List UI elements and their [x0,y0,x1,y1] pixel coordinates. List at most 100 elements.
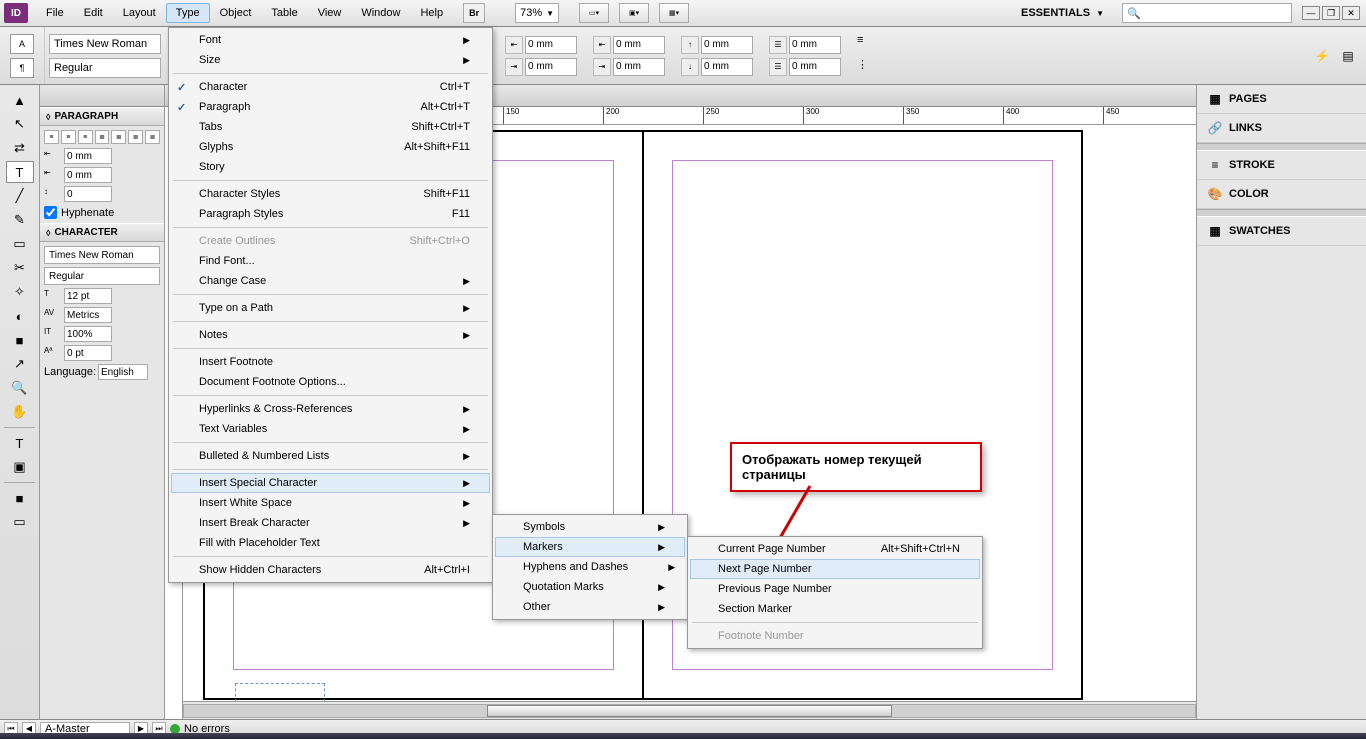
paragraph-panel-header[interactable]: PARAGRAPH [40,107,164,126]
character-mode-icon[interactable]: A [10,34,34,54]
font-size-field[interactable] [64,288,112,304]
menu-type[interactable]: Type [166,3,210,23]
hyphenate-checkbox[interactable] [44,206,57,219]
baseline-field[interactable] [64,345,112,361]
menuitem-notes[interactable]: Notes▶ [171,325,490,345]
list-icon[interactable]: ⋮ [857,58,877,78]
align-left-icon[interactable]: ≡ [44,130,59,144]
menu-table[interactable]: Table [261,3,307,23]
tool-3[interactable]: T [6,161,34,183]
zoom-combo[interactable]: 73%▼ [515,3,559,23]
menuitem-insert-special-character[interactable]: Insert Special Character▶ [171,473,490,493]
char-style-combo[interactable]: Regular [44,267,160,285]
menuitem-paragraph-styles[interactable]: Paragraph StylesF11 [171,204,490,224]
menu-layout[interactable]: Layout [113,3,166,23]
space-field[interactable] [701,58,753,76]
bridge-button[interactable]: Br [463,3,485,23]
tool-12[interactable]: 🔍 [6,377,34,399]
tool-2[interactable]: ⇄ [6,137,34,159]
quick-apply-icon[interactable]: ⚡ [1312,46,1332,66]
menu-object[interactable]: Object [210,3,262,23]
indent-field[interactable] [525,58,577,76]
menuitem-bulleted-numbered-lists[interactable]: Bulleted & Numbered Lists▶ [171,446,490,466]
tool-0[interactable]: ▲ [6,89,34,111]
tool-18[interactable]: ■ [6,487,34,509]
menuitem-find-font-[interactable]: Find Font... [171,251,490,271]
menuitem-current-page-number[interactable]: Current Page NumberAlt+Shift+Ctrl+N [690,539,980,559]
font-family-combo[interactable]: Times New Roman [49,34,161,54]
character-panel-header[interactable]: CHARACTER [40,223,164,242]
tool-6[interactable]: ▭ [6,233,34,255]
tool-16[interactable]: ▣ [6,456,34,478]
menuitem-markers[interactable]: Markers▶ [495,537,685,557]
panel-color[interactable]: 🎨COLOR [1197,180,1366,209]
tool-1[interactable]: ↖ [6,113,34,135]
tool-11[interactable]: ↗ [6,353,34,375]
tool-15[interactable]: T [6,432,34,454]
space-before-field[interactable] [64,186,112,202]
panel-pages[interactable]: ▦PAGES [1197,85,1366,114]
menuitem-tabs[interactable]: TabsShift+Ctrl+T [171,117,490,137]
list-icon[interactable]: ≡ [857,34,877,54]
minimize-button[interactable]: — [1302,6,1320,20]
justify-center-icon[interactable]: ≣ [111,130,126,144]
scrollbar-thumb[interactable] [487,705,891,717]
panel-links[interactable]: 🔗LINKS [1197,114,1366,143]
menuitem-fill-with-placeholder-text[interactable]: Fill with Placeholder Text [171,533,490,553]
menuitem-hyphens-and-dashes[interactable]: Hyphens and Dashes▶ [495,557,685,577]
view-mode-3[interactable]: ▦▾ [659,3,689,23]
tool-19[interactable]: ▭ [6,511,34,533]
menu-file[interactable]: File [36,3,74,23]
menuitem-paragraph[interactable]: ✓ParagraphAlt+Ctrl+T [171,97,490,117]
indent-field[interactable] [613,58,665,76]
align-right-icon[interactable]: ≡ [78,130,93,144]
indent-first-field[interactable] [64,167,112,183]
menuitem-glyphs[interactable]: GlyphsAlt+Shift+F11 [171,137,490,157]
tool-8[interactable]: ✧ [6,281,34,303]
char-font-combo[interactable]: Times New Roman [44,246,160,264]
menuitem-other[interactable]: Other▶ [495,597,685,617]
menuitem-next-page-number[interactable]: Next Page Number [690,559,980,579]
menuitem-insert-break-character[interactable]: Insert Break Character▶ [171,513,490,533]
tool-9[interactable]: ◐ [6,305,34,327]
search-input[interactable]: 🔍 [1122,3,1292,23]
horizontal-scrollbar[interactable] [183,701,1196,719]
space-field[interactable] [789,36,841,54]
kerning-field[interactable] [64,307,112,323]
menuitem-font[interactable]: Font▶ [171,30,490,50]
space-field[interactable] [701,36,753,54]
indent-field[interactable] [525,36,577,54]
view-mode-1[interactable]: ▭▾ [579,3,609,23]
space-field[interactable] [789,58,841,76]
menu-edit[interactable]: Edit [74,3,113,23]
menuitem-character[interactable]: ✓CharacterCtrl+T [171,77,490,97]
menu-window[interactable]: Window [351,3,410,23]
scale-field[interactable] [64,326,112,342]
menuitem-change-case[interactable]: Change Case▶ [171,271,490,291]
menuitem-hyperlinks-cross-references[interactable]: Hyperlinks & Cross-References▶ [171,399,490,419]
align-center-icon[interactable]: ≡ [61,130,76,144]
menuitem-text-variables[interactable]: Text Variables▶ [171,419,490,439]
menuitem-section-marker[interactable]: Section Marker [690,599,980,619]
menuitem-show-hidden-characters[interactable]: Show Hidden CharactersAlt+Ctrl+I [171,560,490,580]
tool-5[interactable]: ✎ [6,209,34,231]
tool-10[interactable]: ■ [6,329,34,351]
justify-right-icon[interactable]: ≣ [128,130,143,144]
close-button[interactable]: ✕ [1342,6,1360,20]
language-field[interactable] [98,364,148,380]
menu-view[interactable]: View [308,3,352,23]
menuitem-quotation-marks[interactable]: Quotation Marks▶ [495,577,685,597]
tool-13[interactable]: ✋ [6,401,34,423]
tool-7[interactable]: ✂ [6,257,34,279]
menu-help[interactable]: Help [410,3,453,23]
view-mode-2[interactable]: ▣▾ [619,3,649,23]
menuitem-type-on-a-path[interactable]: Type on a Path▶ [171,298,490,318]
menuitem-document-footnote-options-[interactable]: Document Footnote Options... [171,372,490,392]
restore-button[interactable]: ❐ [1322,6,1340,20]
panel-stroke[interactable]: ≡STROKE [1197,151,1366,180]
panel-swatches[interactable]: ▦SWATCHES [1197,217,1366,246]
indent-field[interactable] [613,36,665,54]
menuitem-previous-page-number[interactable]: Previous Page Number [690,579,980,599]
menuitem-size[interactable]: Size▶ [171,50,490,70]
menuitem-insert-footnote[interactable]: Insert Footnote [171,352,490,372]
